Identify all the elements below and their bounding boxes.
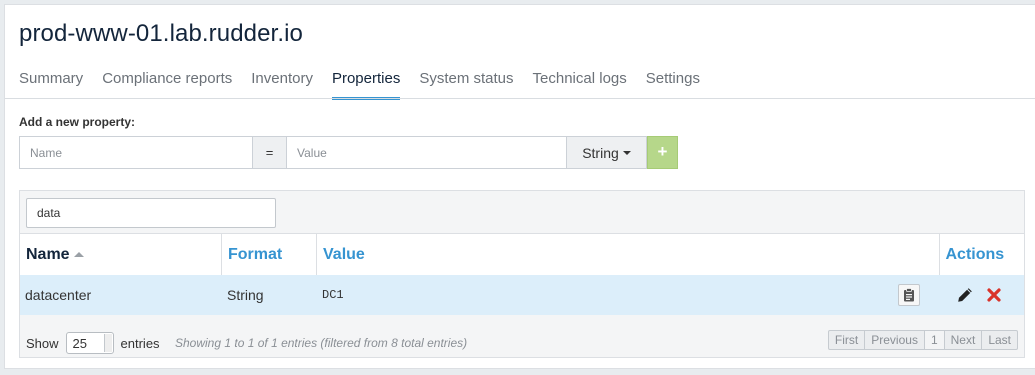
spinner-arrow-icon xyxy=(103,334,112,352)
column-header-actions: Actions xyxy=(939,233,1024,275)
pagination-next[interactable]: Next xyxy=(944,330,983,350)
tab-inventory[interactable]: Inventory xyxy=(251,71,313,100)
property-value-cell: DC1 xyxy=(316,275,940,315)
plus-icon: + xyxy=(657,142,668,161)
caret-down-icon xyxy=(622,150,631,155)
table-row: datacenter String DC1 xyxy=(20,275,1024,315)
sort-asc-icon xyxy=(73,251,84,257)
edit-property-button[interactable] xyxy=(957,287,973,303)
property-format-label: String xyxy=(582,144,619,161)
page-length-value: 25 xyxy=(72,335,87,351)
property-format-cell: String xyxy=(221,275,317,315)
tab-compliance-reports[interactable]: Compliance reports xyxy=(102,71,232,100)
pencil-icon xyxy=(957,288,972,302)
equals-addon: = xyxy=(253,136,287,169)
tab-settings[interactable]: Settings xyxy=(646,71,700,100)
node-details-panel: prod-www-01.lab.rudder.io Summary Compli… xyxy=(4,4,1035,369)
pagination-page[interactable]: 1 xyxy=(924,330,945,350)
pagination-first[interactable]: First xyxy=(827,330,866,350)
column-header-format[interactable]: Format xyxy=(221,233,317,275)
tab-properties[interactable]: Properties xyxy=(331,71,401,100)
table-header-row: Name Format Value Actions xyxy=(20,233,1024,275)
tab-technical-logs[interactable]: Technical logs xyxy=(533,71,627,100)
column-header-value-label: Value xyxy=(323,245,365,263)
entries-label: entries xyxy=(120,335,160,351)
close-icon xyxy=(986,288,1001,302)
pagination-previous[interactable]: Previous xyxy=(865,330,925,350)
add-property-form: = String + xyxy=(19,136,678,169)
page-title: prod-www-01.lab.rudder.io xyxy=(19,20,303,47)
page-length-control: Show 25 entries xyxy=(26,332,160,354)
page-length-select[interactable]: 25 xyxy=(65,332,114,354)
column-header-name-label: Name xyxy=(26,245,70,263)
delete-property-button[interactable] xyxy=(986,288,1001,302)
clipboard-icon xyxy=(903,288,914,302)
property-value-text: DC1 xyxy=(322,288,344,302)
table-info: Showing 1 to 1 of 1 entries (filtered fr… xyxy=(175,336,468,350)
copy-value-button[interactable] xyxy=(897,284,920,306)
table-search-input[interactable] xyxy=(26,198,276,228)
show-label: Show xyxy=(26,335,59,351)
property-name-input[interactable] xyxy=(19,136,253,169)
tab-bar: Summary Compliance reports Inventory Pro… xyxy=(19,71,719,101)
properties-table-container: Name Format Value Actions datacenter xyxy=(19,190,1025,358)
column-header-format-label: Format xyxy=(228,245,283,263)
tabs-divider xyxy=(5,98,1035,99)
pagination-last[interactable]: Last xyxy=(982,330,1018,350)
tab-system-status[interactable]: System status xyxy=(419,71,513,100)
property-format-dropdown[interactable]: String xyxy=(567,136,647,169)
properties-table: Name Format Value Actions datacenter Str… xyxy=(20,233,1024,315)
add-property-label: Add a new property: xyxy=(19,115,136,129)
column-header-name[interactable]: Name xyxy=(20,233,222,275)
property-name-cell: datacenter xyxy=(20,275,222,315)
column-header-actions-label: Actions xyxy=(945,245,1005,263)
tab-summary[interactable]: Summary xyxy=(19,71,83,100)
table-footer: Show 25 entries Showing 1 to 1 of 1 entr… xyxy=(20,324,1024,358)
column-header-value[interactable]: Value xyxy=(316,233,940,275)
pagination: First Previous 1 Next Last xyxy=(827,330,1018,350)
property-value-input[interactable] xyxy=(287,136,567,169)
add-property-button[interactable]: + xyxy=(647,136,678,169)
property-actions-cell xyxy=(939,275,1024,315)
